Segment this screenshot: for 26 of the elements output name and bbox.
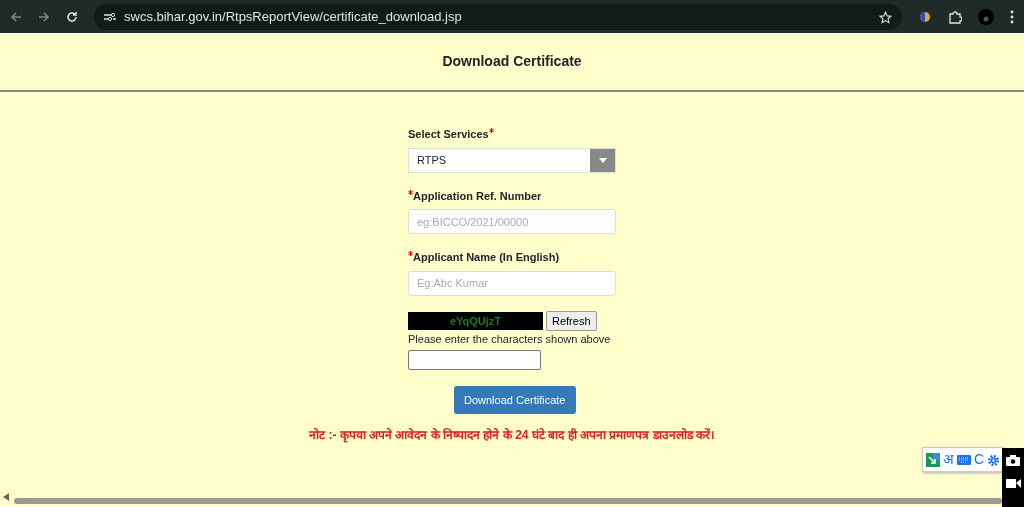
caret-icon <box>598 157 607 163</box>
address-bar[interactable]: swcs.bihar.gov.in/RtpsReportView/certificate_download.jsp <box>94 3 902 30</box>
refresh-button[interactable]: Refresh <box>546 310 597 331</box>
page-title: Download Certificate <box>441 52 583 71</box>
letter-toggle[interactable]: C <box>973 449 984 470</box>
download-button[interactable]: Download Certificate <box>454 385 576 414</box>
field-label: Select Services <box>408 128 489 140</box>
services-dropdown[interactable]: RTPS <box>408 147 616 173</box>
captcha-hint: Please enter the characters shown above <box>408 332 612 347</box>
captcha-image: eYqQUjzT <box>408 311 543 330</box>
back-icon[interactable] <box>10 10 22 23</box>
input-field[interactable]: eg:BICCO/2021/00000 <box>408 209 616 234</box>
language-toggle[interactable]: अ <box>942 449 954 470</box>
extension-icon[interactable] <box>918 9 932 24</box>
url-text: swcs.bihar.gov.in/RtpsReportView/certificate_download.jsp <box>124 7 463 26</box>
input-field[interactable]: Eg:Abc Kumar <box>408 270 616 296</box>
field-label: Application Ref. Number <box>413 189 542 202</box>
forward-icon[interactable] <box>38 10 50 23</box>
reload-icon[interactable] <box>66 10 78 23</box>
menu-icon[interactable] <box>1010 9 1014 24</box>
puzzle-icon[interactable] <box>948 9 962 24</box>
field-label: Applicant Name (In English) <box>413 251 560 263</box>
horizontal-scrollbar[interactable] <box>14 498 1002 504</box>
captcha-input[interactable] <box>408 349 541 370</box>
profile-avatar-icon[interactable] <box>978 8 994 25</box>
note-text: नोट :- कृपया अपने आवेदन के निष्पादन होने के 24 घंटे बाद ही अपना प्रमाणपत्र डाउनलोड करें। <box>307 427 716 444</box>
